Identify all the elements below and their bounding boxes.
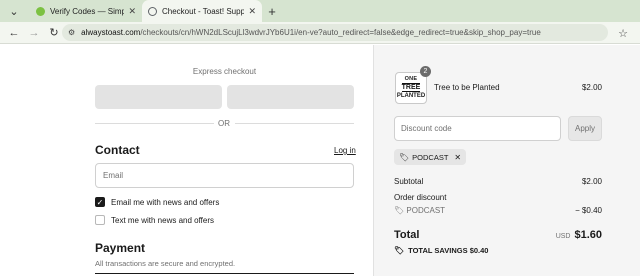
tag-icon: 🏷 (394, 206, 405, 215)
subtotal-value: $2.00 (581, 177, 602, 186)
close-tab-icon[interactable]: ✕ (248, 6, 256, 17)
new-tab-plus-icon[interactable]: + (262, 0, 282, 22)
discount-code-label: PODCAST (406, 206, 446, 215)
express-checkout-label: Express checkout (192, 67, 257, 76)
tab-title: Checkout - Toast! Supplements (162, 6, 245, 16)
express-pay-button[interactable] (227, 85, 354, 109)
total-savings: 🏷 TOTAL SAVINGS $0.40 (394, 246, 488, 255)
thumb-text: PLANTED (396, 93, 426, 100)
thumb-text: ONE (404, 75, 418, 82)
browser-tab-bar: ⌄ Verify Codes — SimplyCodes ✕ Checkout … (0, 0, 640, 22)
applied-code: PODCAST (412, 152, 449, 162)
product-price: $2.00 (581, 83, 602, 92)
savings-value: $0.40 (469, 246, 489, 255)
payment-subtitle: All transactions are secure and encrypte… (95, 259, 236, 268)
savings-label: TOTAL SAVINGS (408, 246, 468, 255)
log-in-link[interactable]: Log in (334, 146, 356, 155)
checkbox-checked-icon[interactable]: ✓ (95, 197, 105, 207)
reload-icon[interactable]: ↻ (44, 23, 64, 43)
tag-icon: 🏷 (394, 246, 405, 255)
tab-checkout[interactable]: Checkout - Toast! Supplements ✕ (142, 0, 262, 22)
total-value: $1.60 (574, 229, 602, 241)
total-label: Total (394, 229, 420, 241)
thumb-text: TREE (401, 83, 421, 93)
tab-title: Verify Codes — SimplyCodes (50, 6, 125, 16)
checkout-page: Express checkout OR Contact Log in ✓ Ema… (0, 45, 640, 276)
product-name: Tree to be Planted (434, 83, 500, 92)
total-row: Total USD $1.60 (394, 229, 602, 241)
url-path: /checkouts/cn/hWN2dLScujLl3wdvrJYb6U1i/e… (140, 28, 541, 37)
subtotal-row: Subtotal $2.00 (394, 177, 602, 186)
text-news-option[interactable]: Text me with news and offers (95, 214, 214, 226)
divider (235, 123, 354, 124)
forward-arrow-icon[interactable]: → (24, 23, 44, 43)
divider (95, 123, 214, 124)
or-label: OR (218, 119, 230, 128)
remove-discount-icon[interactable]: ✕ (454, 153, 461, 162)
order-discount-label: Order discount (394, 193, 447, 202)
text-news-label: Text me with news and offers (111, 215, 215, 225)
globe-favicon-icon (148, 6, 157, 16)
site-info-icon[interactable]: ⚙ (68, 28, 75, 37)
discount-value: − $0.40 (575, 206, 602, 215)
product-thumbnail: ONE TREE PLANTED (395, 72, 427, 104)
discount-code-line: 🏷 PODCAST (394, 206, 445, 215)
email-news-option[interactable]: ✓ Email me with news and offers (95, 196, 219, 208)
applied-discount-chip: 🏷 PODCAST ✕ (394, 149, 467, 165)
subtotal-label: Subtotal (394, 177, 424, 186)
quantity-badge: 2 (420, 66, 431, 77)
email-field[interactable] (95, 163, 354, 188)
bookmark-star-icon[interactable]: ☆ (614, 24, 632, 42)
tag-icon: 🏷 (399, 152, 410, 162)
tab-simplycodes[interactable]: Verify Codes — SimplyCodes ✕ (30, 0, 142, 22)
tab-search-icon[interactable]: ⌄ (4, 1, 24, 21)
close-tab-icon[interactable]: ✕ (128, 6, 136, 17)
back-arrow-icon[interactable]: ← (4, 23, 24, 43)
total-value-group: USD $1.60 (556, 229, 602, 241)
email-news-label: Email me with news and offers (111, 197, 220, 207)
total-currency: USD (555, 233, 571, 240)
checkout-main-column (0, 45, 374, 276)
discount-code-field[interactable] (394, 116, 561, 141)
contact-heading: Contact (95, 143, 140, 157)
address-bar[interactable]: ⚙ alwaystoast.com/checkouts/cn/hWN2dLScu… (62, 24, 608, 41)
checkbox-unchecked-icon[interactable] (95, 215, 105, 225)
url-host: alwaystoast.com (81, 28, 141, 37)
browser-toolbar: ← → ↻ ⚙ alwaystoast.com/checkouts/cn/hWN… (0, 22, 640, 44)
payment-method-box[interactable] (95, 273, 354, 279)
simplycodes-favicon-icon (36, 6, 45, 16)
apply-button[interactable]: Apply (568, 116, 602, 141)
discount-code-row: 🏷 PODCAST − $0.40 (394, 206, 602, 215)
express-pay-button[interactable] (95, 85, 222, 109)
payment-heading: Payment (95, 241, 146, 255)
order-discount-row: Order discount (394, 193, 602, 202)
